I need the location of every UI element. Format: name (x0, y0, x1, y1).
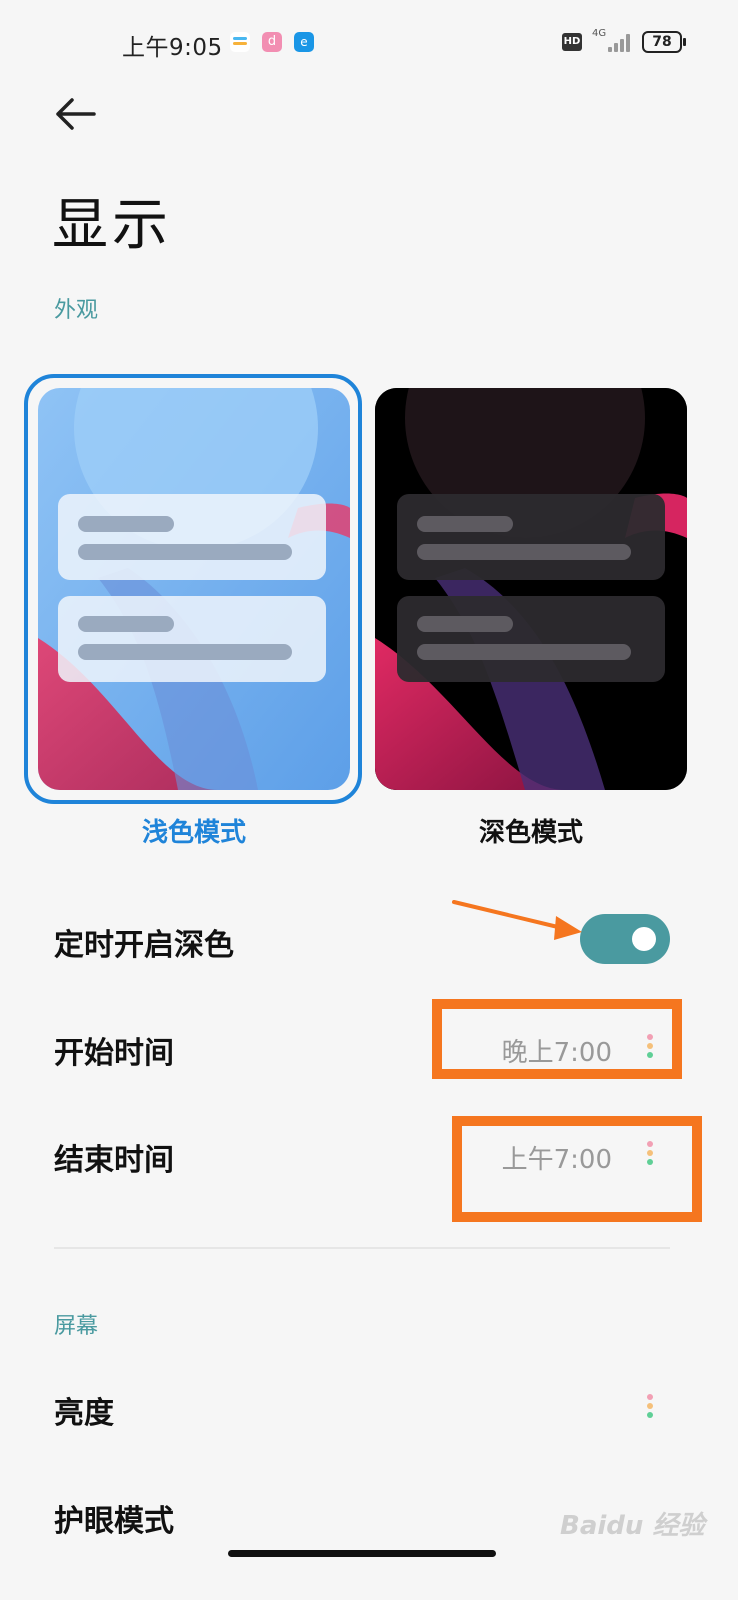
status-time: 上午9:05 (122, 35, 223, 61)
end-time-label: 结束时间 (54, 1143, 174, 1178)
dark-mode-label[interactable]: 深色模式 (375, 812, 687, 849)
notification-app-icon (230, 32, 250, 52)
display-settings-screen: 上午9:05 d e HD 4G 78 显示 外观 浅色模式 深色模式 定时开启… (0, 0, 738, 1600)
schedule-dark-label: 定时开启深色 (54, 928, 234, 963)
more-dots-icon (646, 1394, 654, 1422)
annotation-box-start-time (432, 999, 682, 1079)
toggle-knob (632, 927, 656, 951)
light-mode-card[interactable] (38, 388, 350, 790)
schedule-dark-toggle[interactable] (580, 914, 670, 964)
status-bar: 上午9:05 d e HD 4G 78 (0, 24, 738, 61)
page-title: 显示 (52, 193, 172, 258)
watermark: Baidu 经验 (560, 1511, 705, 1541)
section-header-appearance: 外观 (54, 298, 99, 323)
brightness-row[interactable]: 亮度 (0, 1368, 738, 1448)
notification-browser-icon: e (294, 32, 314, 52)
battery-icon: 78 (642, 31, 686, 53)
annotation-arrow-icon (452, 900, 582, 940)
back-button[interactable] (54, 96, 98, 132)
section-divider (54, 1247, 670, 1249)
brightness-label: 亮度 (54, 1396, 114, 1431)
light-mode-label[interactable]: 浅色模式 (38, 812, 350, 849)
dark-mode-card[interactable] (375, 388, 687, 790)
light-mode-preview (38, 388, 350, 790)
hd-icon: HD (562, 33, 582, 51)
network-type: 4G (592, 28, 607, 39)
signal-icon (608, 34, 632, 52)
dark-mode-preview (375, 388, 687, 790)
start-time-label: 开始时间 (54, 1036, 174, 1071)
eye-care-label: 护眼模式 (54, 1504, 174, 1539)
home-indicator (228, 1550, 496, 1557)
back-arrow-icon (56, 98, 96, 130)
section-header-screen: 屏幕 (54, 1314, 99, 1339)
annotation-box-end-time (452, 1116, 702, 1222)
notification-music-icon: d (262, 32, 282, 52)
